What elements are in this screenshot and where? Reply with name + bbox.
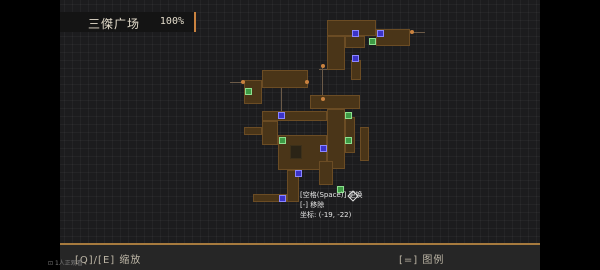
- area-name: 三傑广场: [88, 17, 141, 31]
- map-room: [345, 117, 355, 153]
- map-room: [360, 127, 369, 161]
- save-icon[interactable]: [345, 112, 352, 119]
- viewer-icon: ⊡: [48, 260, 55, 267]
- exit-dot: [305, 80, 309, 84]
- map-corridor: [413, 32, 425, 33]
- exit-dot: [241, 80, 245, 84]
- map-room: [262, 70, 308, 88]
- map-room: [327, 36, 345, 70]
- zoom-hint[interactable]: [Q]/[E] 缩放: [75, 251, 141, 266]
- exit-dot: [410, 30, 414, 34]
- map-corridor: [281, 88, 282, 111]
- legend-hint[interactable]: [=] 图例: [399, 251, 444, 266]
- tooltip-swap: [空格(Space)] 更换: [300, 191, 363, 199]
- exit-dot: [321, 97, 325, 101]
- teleport-icon[interactable]: [278, 112, 285, 119]
- map-room: [310, 95, 360, 109]
- save-icon[interactable]: [345, 137, 352, 144]
- teleport-icon[interactable]: [377, 30, 384, 37]
- map-room: [244, 127, 262, 135]
- map-room: [351, 60, 361, 80]
- map-corridor: [322, 66, 323, 95]
- map-room: [262, 111, 327, 121]
- map-room: [327, 109, 345, 169]
- tooltip-remove: [-] 移除: [300, 201, 325, 209]
- viewer-count: ⊡ 1人正观看: [48, 258, 83, 267]
- teleport-icon[interactable]: [279, 195, 286, 202]
- teleport-icon[interactable]: [320, 145, 327, 152]
- save-icon[interactable]: [279, 137, 286, 144]
- map-room: [262, 121, 278, 145]
- map-corridor: [319, 69, 327, 70]
- save-icon[interactable]: [369, 38, 376, 45]
- map-room: [290, 145, 302, 159]
- teleport-icon[interactable]: [352, 30, 359, 37]
- map-room: [345, 36, 365, 48]
- viewer-count-text: 1人正观看: [54, 260, 83, 267]
- map-tooltip: [空格(Space)] 更换 [-] 移除 坐标: (-19, -22): [300, 190, 362, 220]
- exit-dot: [321, 64, 325, 68]
- teleport-icon[interactable]: [352, 55, 359, 62]
- teleport-icon[interactable]: [295, 170, 302, 177]
- map-room: [319, 161, 333, 185]
- area-title-bar: 三傑广场 100%: [60, 12, 196, 32]
- area-completion: 100%: [159, 16, 184, 27]
- save-icon[interactable]: [245, 88, 252, 95]
- tooltip-coordinates: 坐标: (-19, -22): [300, 211, 352, 219]
